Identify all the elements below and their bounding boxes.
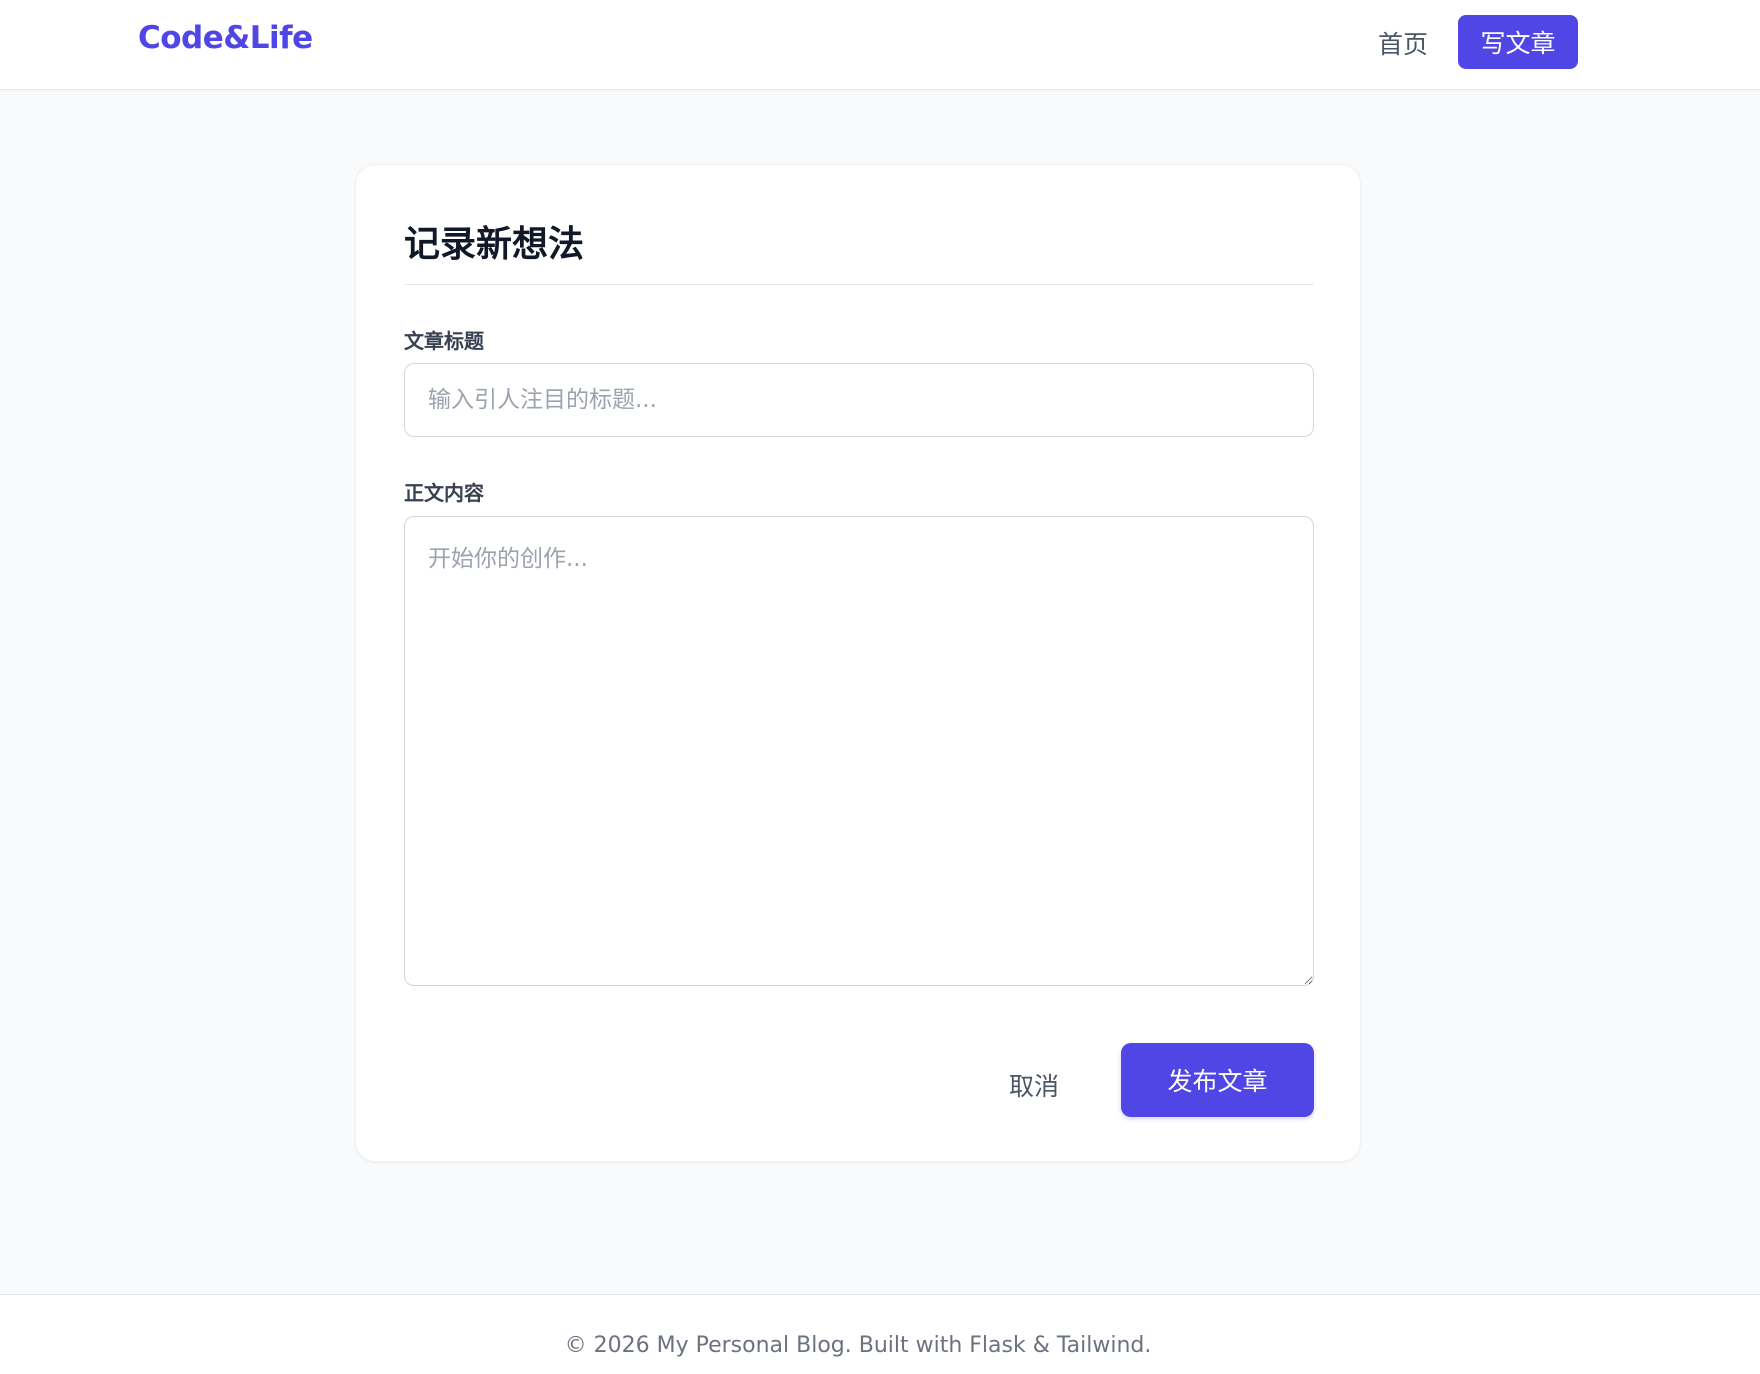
page-title: 记录新想法 <box>404 224 585 265</box>
brand-logo[interactable]: Code&Life <box>138 20 313 56</box>
cancel-button[interactable]: 取消 <box>984 1063 1084 1107</box>
title-divider <box>404 284 1314 285</box>
title-input[interactable] <box>404 363 1314 437</box>
write-article-button[interactable]: 写文章 <box>1458 15 1578 69</box>
footer: © 2026 My Personal Blog. Built with Flas… <box>0 1294 1760 1374</box>
title-field-label: 文章标题 <box>404 329 484 353</box>
nav-home-link[interactable]: 首页 <box>1378 25 1428 61</box>
publish-button[interactable]: 发布文章 <box>1121 1043 1314 1117</box>
content-field-label: 正文内容 <box>404 481 484 505</box>
content-textarea[interactable] <box>404 516 1314 986</box>
footer-copyright: © 2026 My Personal Blog. Built with Flas… <box>564 1333 1152 1358</box>
new-post-card: 记录新想法 文章标题 正文内容 取消 发布文章 <box>355 164 1361 1162</box>
navbar: Code&Life 首页 写文章 <box>0 0 1760 90</box>
